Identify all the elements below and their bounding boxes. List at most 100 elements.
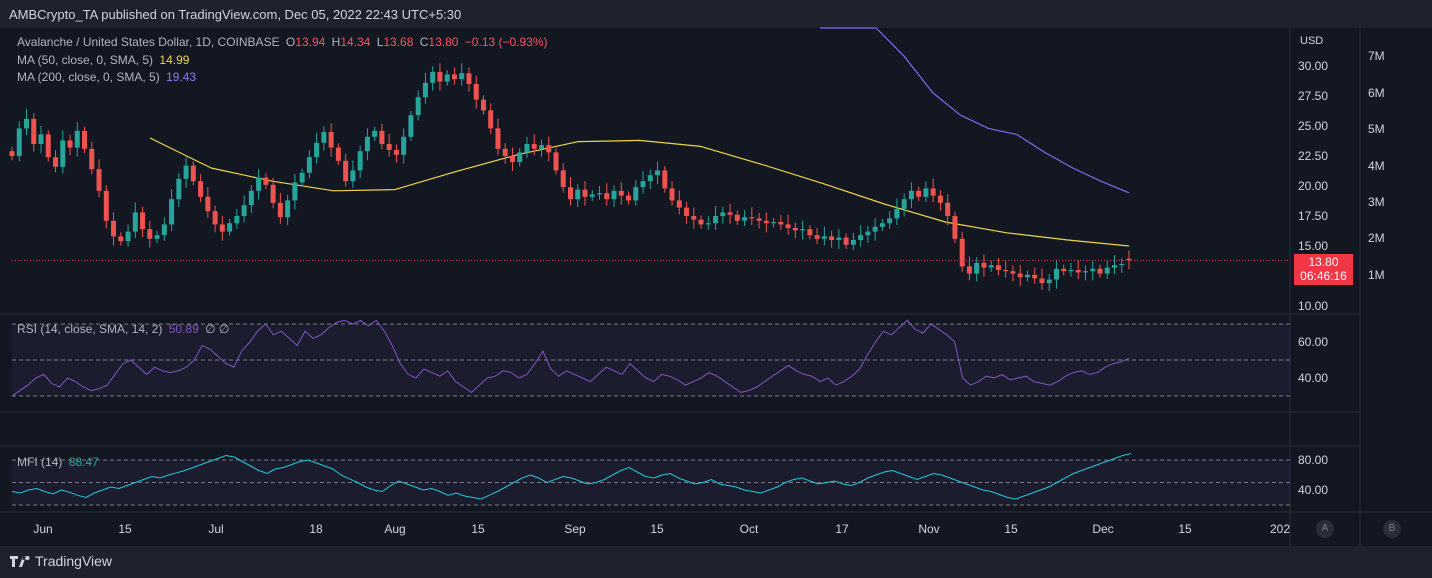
- auto-scale-button[interactable]: A: [1316, 520, 1334, 538]
- candle-body: [1017, 273, 1023, 278]
- time-tick-label: 17: [835, 522, 849, 536]
- price-tick-label: 10.00: [1298, 299, 1328, 313]
- candle-body: [67, 140, 73, 148]
- candle-body: [444, 74, 450, 82]
- candle-body: [118, 236, 124, 242]
- time-tick-label: 202: [1270, 522, 1290, 536]
- candle-body: [495, 128, 501, 149]
- candle-body: [393, 150, 399, 155]
- candle-body: [538, 145, 544, 149]
- candle-body: [408, 115, 414, 137]
- candle-body: [248, 190, 254, 206]
- candle-body: [553, 152, 559, 171]
- tradingview-logo[interactable]: TradingView: [10, 553, 112, 569]
- rsi-label: RSI (14, close, SMA, 14, 2): [17, 322, 163, 336]
- candle-body: [103, 190, 109, 221]
- mfi-tick-label: 80.00: [1298, 453, 1328, 467]
- high-label: H: [331, 35, 341, 49]
- candle-body: [256, 177, 262, 191]
- candle-body: [814, 235, 820, 239]
- price-tick-label: 25.00: [1298, 119, 1328, 133]
- time-tick-label: Oct: [740, 522, 759, 536]
- candle-body: [422, 82, 428, 98]
- candle-body: [190, 165, 196, 182]
- candle-body: [219, 224, 225, 232]
- ma50-value: 14.99: [159, 53, 190, 67]
- candle-body: [684, 207, 690, 216]
- ma200-line: [820, 27, 1130, 194]
- mfi-value: 88.47: [68, 455, 99, 469]
- candle-body: [96, 169, 102, 191]
- candle-body: [843, 237, 849, 245]
- volume-axis: 7M 6M 5M 4M 3M 2M 1M: [1368, 49, 1385, 282]
- candle-body: [321, 132, 327, 143]
- candle-body: [821, 236, 827, 239]
- candle-body: [662, 170, 668, 189]
- mfi-tick-label: 40.00: [1298, 483, 1328, 497]
- time-tick-label: 15: [118, 522, 132, 536]
- candle-body: [241, 205, 247, 216]
- candle-body: [800, 229, 806, 231]
- candle-body: [24, 118, 30, 129]
- candle-body: [328, 132, 334, 148]
- candle-body: [1046, 279, 1052, 284]
- candle-body: [306, 157, 312, 173]
- candle-body: [502, 148, 508, 156]
- candle-body: [212, 211, 218, 225]
- candle-body: [1104, 267, 1110, 274]
- rsi-legend[interactable]: RSI (14, close, SMA, 14, 2) 50.89 ∅ ∅: [17, 322, 232, 336]
- candle-body: [669, 188, 675, 201]
- ma50-label: MA (50, close, 0, SMA, 5): [17, 53, 154, 67]
- symbol-name: Avalanche / United States Dollar, 1D, CO…: [17, 35, 280, 49]
- candle-body: [364, 136, 370, 152]
- scale-toggle-button[interactable]: B: [1383, 520, 1401, 538]
- mfi-legend[interactable]: MFI (14) 88.47: [17, 455, 102, 469]
- candle-body: [205, 196, 211, 212]
- moving-average-layer: [149, 27, 1130, 247]
- candle-body: [785, 224, 791, 228]
- candle-body: [531, 144, 537, 149]
- price-tick-label: 30.00: [1298, 59, 1328, 73]
- candle-body: [1061, 268, 1067, 272]
- candle-body: [560, 170, 566, 188]
- candle-body: [111, 220, 117, 237]
- candle-body: [966, 266, 972, 274]
- price-tick-label: 27.50: [1298, 89, 1328, 103]
- change-value: −0.13 (−0.93%): [464, 35, 548, 49]
- price-tick-label: 20.00: [1298, 179, 1328, 193]
- candle-body: [850, 240, 856, 245]
- volume-tick-label: 4M: [1368, 159, 1385, 173]
- candle-body: [1075, 270, 1081, 273]
- candle-body: [734, 214, 740, 221]
- candle-body: [292, 182, 298, 201]
- candle-body: [640, 181, 646, 188]
- candle-body: [1003, 270, 1009, 272]
- candle-body: [169, 199, 175, 225]
- candle-body: [154, 235, 160, 239]
- time-tick-label: Jun: [33, 522, 52, 536]
- time-tick-label: 15: [1004, 522, 1018, 536]
- candle-body: [82, 130, 88, 149]
- candle-body: [742, 217, 748, 221]
- candle-body: [270, 184, 276, 203]
- candle-body: [430, 72, 436, 83]
- candle-body: [74, 130, 80, 148]
- candle-body: [1032, 274, 1038, 279]
- candle-body: [314, 142, 320, 158]
- candle-body: [676, 200, 682, 208]
- candle-body: [451, 74, 457, 80]
- candle-body: [459, 73, 465, 80]
- volume-tick-label: 3M: [1368, 195, 1385, 209]
- price-tick-label: 17.50: [1298, 209, 1328, 223]
- candle-body: [1090, 268, 1096, 272]
- chart-canvas[interactable]: 7M 6M 5M 4M 3M 2M 1M 60.00 40.00 80.00 40.00 USD…: [0, 0, 1432, 546]
- candle-body: [31, 118, 37, 144]
- candle-body: [9, 151, 15, 156]
- candle-body: [357, 151, 363, 171]
- candle-body: [1111, 265, 1117, 268]
- ma200-legend[interactable]: MA (200, close, 0, SMA, 5) 19.43: [17, 70, 199, 84]
- candle-body: [1010, 271, 1016, 274]
- ma50-legend[interactable]: MA (50, close, 0, SMA, 5) 14.99: [17, 53, 192, 67]
- price-tick-label: 22.50: [1298, 149, 1328, 163]
- candle-body: [234, 216, 240, 224]
